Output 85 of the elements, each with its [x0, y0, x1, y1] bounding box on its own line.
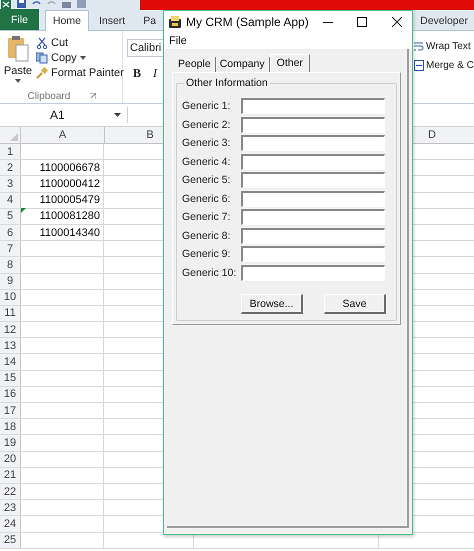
- input-field[interactable]: [241, 190, 385, 207]
- row-header[interactable]: 25: [0, 532, 21, 548]
- row-header[interactable]: 12: [0, 322, 21, 338]
- tab[interactable]: Other: [270, 54, 310, 73]
- row-header[interactable]: 18: [0, 419, 21, 434]
- corner-triangle-icon: [10, 133, 18, 141]
- caret-icon: [80, 56, 86, 60]
- input-field[interactable]: [241, 246, 385, 262]
- field-label: Generic 7:: [182, 211, 232, 224]
- row-header[interactable]: 10: [0, 290, 21, 305]
- row-header[interactable]: 14: [0, 354, 21, 370]
- row-header[interactable]: 7: [0, 241, 21, 256]
- row-header[interactable]: 9: [0, 274, 21, 289]
- browse-button[interactable]: Browse...: [241, 294, 303, 314]
- row-header[interactable]: 3: [0, 176, 21, 192]
- group-title: Other Information: [185, 77, 269, 89]
- field-label: Generic 4:: [182, 156, 232, 168]
- ribbon-tab[interactable]: Developer: [412, 10, 474, 30]
- name-box[interactable]: A1: [0, 107, 128, 123]
- ribbon-tab[interactable]: Home: [44, 10, 89, 31]
- row-header[interactable]: 11: [0, 306, 21, 322]
- copy-button[interactable]: Copy: [36, 52, 124, 64]
- input-field[interactable]: [241, 154, 385, 170]
- caret-icon: [114, 113, 121, 117]
- row-header[interactable]: 16: [0, 386, 21, 402]
- row-header[interactable]: 6: [0, 224, 21, 240]
- window-title: My CRM (Sample App): [186, 15, 309, 29]
- table-cell: 1100081280: [21, 208, 104, 224]
- field-label: Generic 5:: [182, 174, 232, 186]
- input-field[interactable]: [241, 135, 385, 152]
- field-label: Generic 10:: [182, 266, 238, 279]
- row-header[interactable]: 5: [0, 208, 21, 224]
- table-cell: 1100000412: [21, 176, 104, 192]
- input-field[interactable]: [241, 228, 385, 244]
- cut-button[interactable]: Cut: [36, 37, 124, 49]
- wrap-text-button[interactable]: Wrap Text: [414, 41, 474, 52]
- clipboard-icon: [7, 35, 29, 63]
- table-cell: 1100014340: [21, 224, 104, 240]
- input-field[interactable]: [241, 116, 385, 133]
- close-icon: [392, 17, 402, 27]
- field-label: Generic 6:: [182, 192, 232, 205]
- merge-icon: [414, 60, 424, 71]
- group-label: Clipboard: [27, 90, 70, 102]
- ribbon-tab[interactable]: Pa: [135, 10, 164, 30]
- spreadsheet-app-icon: [1, 0, 11, 9]
- save-icon[interactable]: [17, 0, 26, 8]
- row-header[interactable]: 2: [0, 160, 21, 176]
- row-header[interactable]: 24: [0, 516, 21, 532]
- copy-icon: [36, 52, 48, 64]
- format-painter-button[interactable]: Format Painter: [36, 67, 124, 79]
- input-field[interactable]: [241, 172, 385, 188]
- input-field[interactable]: [241, 264, 385, 281]
- row-header[interactable]: 19: [0, 435, 21, 451]
- file-tab[interactable]: File: [0, 9, 39, 30]
- bold-button[interactable]: B: [133, 66, 142, 81]
- italic-button[interactable]: I: [153, 66, 158, 81]
- input-field[interactable]: [241, 98, 385, 114]
- row-header[interactable]: 17: [0, 403, 21, 418]
- scissors-icon: [36, 37, 48, 49]
- save-button[interactable]: Save: [324, 294, 386, 314]
- row-header[interactable]: 21: [0, 468, 21, 483]
- app-icon: [169, 16, 182, 28]
- row-header[interactable]: 13: [0, 338, 21, 354]
- row-header[interactable]: 20: [0, 452, 21, 467]
- row-header[interactable]: 1: [0, 144, 21, 160]
- brush-icon: [36, 67, 48, 79]
- paste-button[interactable]: Paste: [0, 31, 36, 89]
- field-label: Generic 8:: [182, 230, 232, 242]
- row-header[interactable]: 8: [0, 257, 21, 272]
- wrap-icon: [414, 41, 424, 52]
- row-header[interactable]: 23: [0, 500, 21, 516]
- row-header[interactable]: 4: [0, 192, 21, 208]
- merge-button[interactable]: Merge & C: [414, 60, 474, 71]
- field-label: Generic 9:: [182, 248, 232, 260]
- caret-icon: [15, 79, 21, 83]
- launcher-icon[interactable]: [90, 93, 96, 99]
- table-cell: 1100006678: [21, 160, 104, 176]
- ribbon-tab[interactable]: Insert: [90, 10, 134, 30]
- row-header[interactable]: 22: [0, 484, 21, 500]
- maximize-icon: [357, 17, 368, 27]
- row-header[interactable]: 15: [0, 370, 21, 386]
- field-label: Generic 1:: [182, 100, 232, 112]
- column-header[interactable]: A: [21, 127, 105, 143]
- input-field[interactable]: [241, 209, 385, 226]
- tab[interactable]: People: [174, 57, 216, 72]
